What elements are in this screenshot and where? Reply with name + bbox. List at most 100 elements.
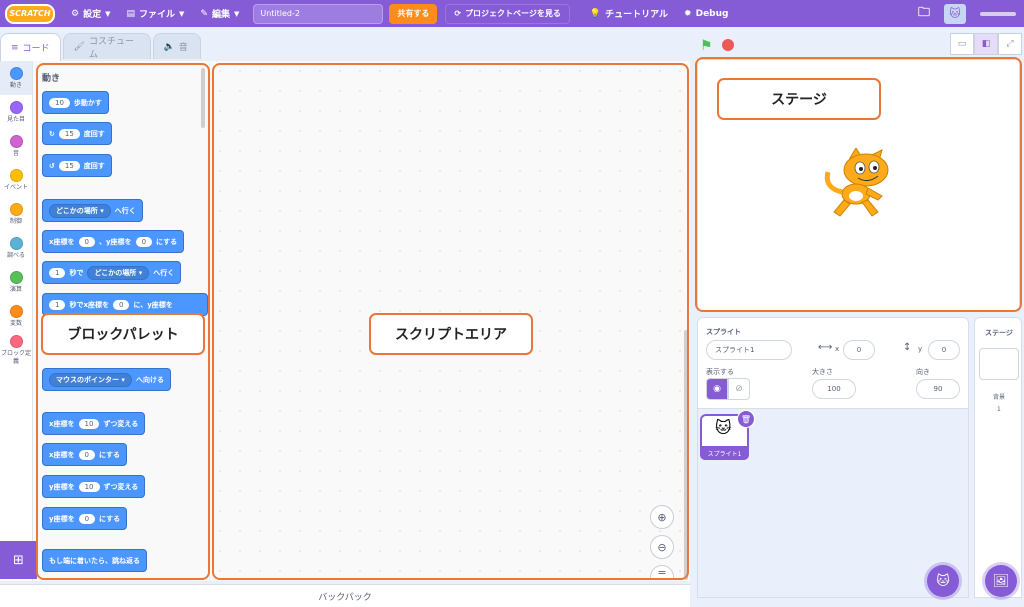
- tab-code-label: コード: [22, 44, 50, 54]
- edit-label: 編集: [211, 10, 230, 20]
- edit-menu[interactable]: ✎ 編集 ▼: [192, 0, 247, 27]
- cat-thumbnail-icon: 🐱: [715, 418, 732, 437]
- file-icon: ▤: [126, 8, 135, 19]
- debug-button[interactable]: ✹ Debug: [676, 0, 736, 27]
- backdrop-thumbnail[interactable]: [979, 348, 1019, 380]
- bug-icon: ✹: [684, 8, 692, 19]
- account-menu[interactable]: [980, 11, 1016, 16]
- remix-icon: ⟳: [454, 9, 462, 18]
- chevron-down-icon: ▼: [105, 9, 111, 18]
- category-item[interactable]: 制御: [0, 197, 32, 231]
- x-position-input[interactable]: 0: [843, 340, 875, 360]
- category-dot: [9, 270, 23, 284]
- add-extension-button[interactable]: ⊞: [0, 541, 37, 579]
- eye-icon: ◉: [713, 384, 721, 394]
- backpack[interactable]: バックパック: [0, 584, 690, 607]
- stop-icon[interactable]: [722, 39, 734, 51]
- green-flag-icon[interactable]: ⚑: [700, 38, 713, 54]
- category-item[interactable]: 見た目: [0, 95, 32, 129]
- category-item[interactable]: 調べる: [0, 231, 32, 265]
- show-sprite-button[interactable]: ◉: [706, 378, 728, 400]
- chevron-down-icon: ▼: [179, 9, 185, 18]
- avatar[interactable]: 🐱: [944, 3, 966, 24]
- tab-sounds[interactable]: 🔈 音: [152, 33, 201, 59]
- fullscreen-button[interactable]: ⤢: [998, 33, 1022, 55]
- tutorials-button[interactable]: 💡 チュートリアル: [582, 0, 676, 27]
- y-label: y: [918, 345, 923, 353]
- category-dot: [9, 202, 23, 216]
- category-dot: [9, 66, 23, 80]
- sprite-name-input[interactable]: スプライト1: [706, 340, 792, 360]
- share-button[interactable]: 共有する: [389, 3, 438, 24]
- category-dot: [9, 304, 23, 318]
- see-project-page-button[interactable]: ⟳ プロジェクトページを見る: [445, 3, 570, 24]
- menu-right-icons: 🗀 🐱: [918, 0, 1016, 27]
- category-dot: [9, 168, 23, 182]
- brush-icon: 🖌: [73, 41, 85, 52]
- image-plus-icon: 🖼: [992, 573, 1010, 589]
- eye-slash-icon: ⊘: [735, 384, 743, 394]
- file-label: ファイル: [139, 10, 176, 20]
- backdrop-count: 1: [997, 406, 1001, 413]
- sprite-tile-name: スプライト1: [700, 446, 749, 460]
- normal-stage-button[interactable]: ◧: [974, 33, 998, 55]
- category-label: 変数: [9, 319, 22, 327]
- sprite-info-panel: スプライト スプライト1 ⟷ x 0 ↕ y 0 表示する ◉ ⊘ 大きさ 10…: [697, 317, 969, 409]
- category-item[interactable]: 動き: [0, 61, 32, 95]
- delete-sprite-button[interactable]: 🗑: [737, 410, 755, 428]
- size-label: 大きさ: [812, 368, 833, 376]
- category-menu: 動き見た目音イベント制御調べる演算変数ブロック定義: [0, 61, 33, 581]
- file-menu[interactable]: ▤ ファイル ▼: [118, 0, 192, 27]
- choose-sprite-button[interactable]: 🐱: [927, 565, 959, 597]
- trash-icon: 🗑: [740, 414, 752, 424]
- direction-input[interactable]: 90: [916, 379, 960, 399]
- show-label: 表示する: [706, 368, 734, 376]
- settings-menu[interactable]: ⚙ 設定 ▼: [63, 0, 118, 27]
- stage-selector[interactable]: ステージ 背景 1: [974, 317, 1022, 598]
- y-position-input[interactable]: 0: [928, 340, 960, 360]
- settings-label: 設定: [83, 10, 102, 20]
- lightbulb-icon: 💡: [589, 8, 602, 19]
- debug-label: Debug: [695, 8, 729, 19]
- hide-sprite-button[interactable]: ⊘: [728, 378, 750, 400]
- backdrop-label: 背景: [993, 394, 1006, 401]
- cat-plus-icon: 🐱: [936, 573, 950, 589]
- tab-costumes-label: コスチューム: [89, 36, 135, 60]
- category-dot: [9, 236, 23, 250]
- tutorial-label: チュートリアル: [605, 10, 669, 20]
- category-label: イベント: [3, 183, 28, 191]
- stage-pane-title: ステージ: [985, 329, 1013, 337]
- scratch-logo[interactable]: SCRATCH: [5, 3, 55, 24]
- category-dot: [9, 100, 23, 114]
- category-label: 演算: [9, 285, 22, 293]
- category-item[interactable]: 変数: [0, 299, 32, 333]
- script-area-annotation-label: スクリプトエリア: [369, 313, 533, 355]
- size-input[interactable]: 100: [812, 379, 856, 399]
- choose-backdrop-button[interactable]: 🖼: [985, 565, 1017, 597]
- chevron-down-icon: ▼: [233, 9, 240, 18]
- tab-code[interactable]: ≡ コード: [0, 33, 61, 61]
- stage-annotation-label: ステージ: [717, 78, 881, 120]
- category-item[interactable]: イベント: [0, 163, 32, 197]
- category-item[interactable]: ブロック定義: [0, 333, 32, 367]
- speaker-icon: 🔈: [163, 41, 175, 52]
- tab-costumes[interactable]: 🖌 コスチューム: [62, 33, 151, 60]
- y-arrow-icon: ↕: [903, 342, 912, 353]
- category-item[interactable]: 演算: [0, 265, 32, 299]
- category-label: 見た目: [6, 115, 25, 123]
- category-label: 調べる: [6, 251, 25, 259]
- gear-icon: ⚙: [71, 8, 80, 19]
- category-item[interactable]: 音: [0, 129, 32, 163]
- project-page-label: プロジェクトページを見る: [465, 9, 561, 18]
- category-dot: [9, 134, 23, 148]
- editor-tabs: ≡ コード 🖌 コスチューム 🔈 音: [0, 33, 201, 61]
- tab-sounds-label: 音: [178, 43, 188, 53]
- category-label: ブロック定義: [0, 350, 31, 365]
- x-arrow-icon: ⟷: [818, 342, 833, 353]
- menu-bar: SCRATCH ⚙ 設定 ▼ ▤ ファイル ▼ ✎ 編集 ▼ Untitled-…: [0, 0, 1024, 27]
- code-icon: ≡: [11, 42, 19, 53]
- project-title-input[interactable]: Untitled-2: [253, 3, 384, 24]
- category-label: 音: [12, 149, 19, 157]
- folder-icon[interactable]: 🗀: [918, 3, 930, 24]
- small-stage-button[interactable]: ▭: [950, 33, 974, 55]
